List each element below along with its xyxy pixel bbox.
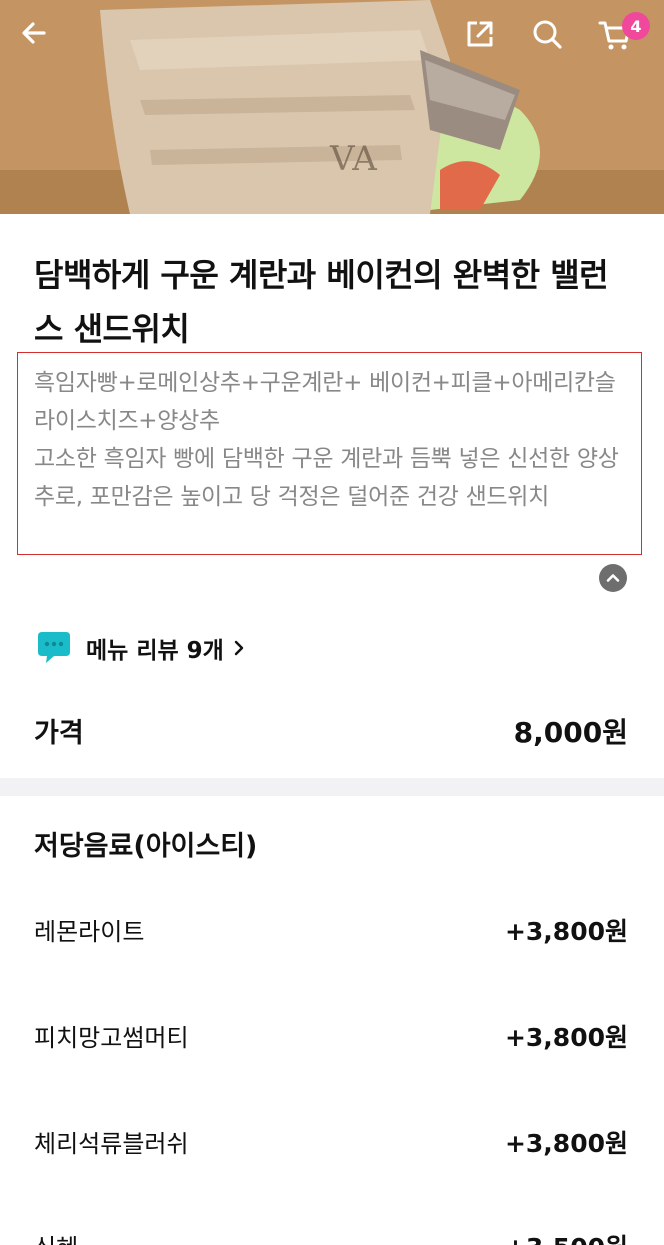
chevron-up-icon — [606, 574, 620, 582]
product-hero-image: VA 4 — [0, 0, 664, 214]
svg-text:VA: VA — [329, 139, 377, 179]
search-icon — [533, 20, 562, 49]
menu-review-label: 메뉴 리뷰 9개 — [86, 638, 224, 664]
speech-bubble-icon — [38, 632, 70, 663]
description-summary: 고소한 흑임자 빵에 담백한 구운 계란과 듬뿍 넣은 신선한 양상추로, 포만… — [34, 446, 619, 510]
search-button[interactable] — [530, 17, 578, 65]
share-button[interactable] — [463, 17, 511, 65]
option-name: 피치망고썸머티 — [34, 1024, 189, 1052]
option-price: +3,800원 — [504, 1129, 628, 1158]
option-item[interactable]: 식혜 +3,500원 — [0, 1228, 664, 1245]
option-group-title: 저당음료(아이스티) — [34, 831, 258, 862]
section-divider — [0, 778, 664, 796]
cart-count-badge: 4 — [622, 12, 650, 40]
product-description: 흑임자빵+로메인상추+구운계란+ 베이컨+피클+아메리칸슬라이스치즈+양상추 고… — [34, 364, 634, 516]
description-composition: 흑임자빵+로메인상추+구운계란+ 베이컨+피클+아메리칸슬라이스치즈+양상추 — [34, 370, 616, 434]
option-name: 체리석류블러쉬 — [34, 1130, 189, 1158]
product-title: 담백하게 구운 계란과 베이컨의 완벽한 밸런스 샌드위치 — [34, 256, 609, 348]
option-item[interactable]: 체리석류블러쉬 +3,800원 — [0, 1124, 664, 1224]
chevron-right-icon — [234, 640, 244, 656]
share-icon — [467, 21, 493, 47]
price-value: 8,000원 — [513, 716, 628, 749]
option-price: +3,800원 — [504, 1023, 628, 1052]
price-label: 가격 — [34, 718, 84, 749]
back-arrow-icon — [22, 22, 46, 44]
collapse-description-button[interactable] — [599, 564, 627, 592]
option-price: +3,800원 — [504, 917, 628, 946]
option-item[interactable]: 피치망고썸머티 +3,800원 — [0, 1018, 664, 1118]
back-button[interactable] — [18, 17, 66, 65]
option-price: +3,500원 — [505, 1228, 628, 1245]
option-name: 식혜 — [34, 1228, 78, 1245]
option-name: 레몬라이트 — [34, 918, 145, 946]
option-item[interactable]: 레몬라이트 +3,800원 — [0, 912, 664, 1012]
menu-review-link[interactable]: 메뉴 리뷰 9개 — [34, 626, 246, 670]
